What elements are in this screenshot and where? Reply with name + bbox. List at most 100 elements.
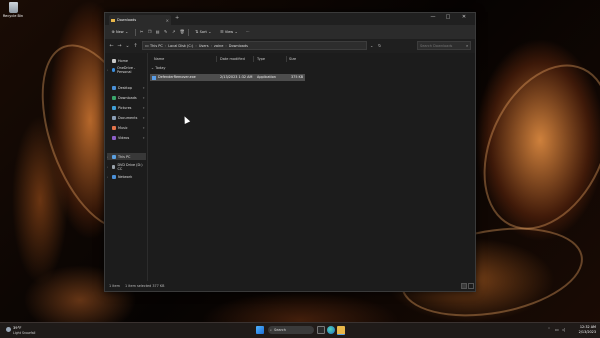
nav-item-label: DVD Drive (D:) CC <box>117 162 143 171</box>
column-divider[interactable] <box>216 56 217 62</box>
address-bar[interactable]: ▭ This PC › Local Disk (C:) › Users › za… <box>142 41 367 50</box>
column-divider[interactable] <box>286 56 287 62</box>
cloud-icon <box>111 67 116 72</box>
start-button-icon[interactable] <box>256 326 264 334</box>
taskbar-search[interactable]: ⌕ Search <box>268 326 314 334</box>
weather-temperature: 39°F <box>13 326 22 330</box>
breadcrumb-separator-icon: › <box>210 43 213 48</box>
group-header-today[interactable]: ⌄ Today <box>151 66 166 70</box>
tiles-view-button[interactable] <box>468 283 474 289</box>
nav-item-label: OneDrive - Personal <box>117 65 136 74</box>
nav-item-dvd-drive[interactable]: › DVD Drive (D:) CC <box>107 162 146 171</box>
system-clock[interactable]: 12:32 AM 2/13/2023 <box>570 325 596 335</box>
chevron-down-icon: ⌄ <box>234 29 238 34</box>
expand-chevron-icon[interactable]: › <box>107 175 110 179</box>
close-tab-icon[interactable]: × <box>166 18 169 23</box>
up-arrow-icon[interactable]: ↑ <box>133 43 138 49</box>
close-button[interactable]: ✕ <box>458 14 470 20</box>
copy-icon[interactable]: ❐ <box>148 30 152 34</box>
column-divider[interactable] <box>253 56 254 62</box>
new-button[interactable]: ⊕ New ⌄ <box>109 29 131 35</box>
file-name: DefenderRemover.exe <box>158 75 196 79</box>
tab-label: Downloads <box>117 18 137 22</box>
search-input[interactable] <box>420 43 466 48</box>
column-header-size[interactable]: Size <box>289 57 296 61</box>
nav-item-documents[interactable]: Documents ✦ <box>107 114 146 121</box>
pin-icon[interactable]: ✦ <box>142 136 145 140</box>
pin-icon[interactable]: ✦ <box>142 86 145 90</box>
expand-chevron-icon[interactable]: › <box>107 68 110 72</box>
nav-item-pictures[interactable]: Pictures ✦ <box>107 104 146 111</box>
recent-chevron-icon[interactable]: ⌄ <box>125 43 130 49</box>
pc-icon <box>112 154 116 159</box>
search-icon: ⌕ <box>466 43 469 48</box>
file-size: 375 KB <box>291 75 304 79</box>
pin-icon[interactable]: ✦ <box>142 126 145 130</box>
column-header-type[interactable]: Type <box>257 57 265 61</box>
more-options-button[interactable]: ··· <box>244 29 251 35</box>
breadcrumb-users[interactable]: Users <box>199 44 209 48</box>
refresh-icon[interactable]: ↻ <box>378 43 381 48</box>
column-header-date[interactable]: Date modified <box>220 57 245 61</box>
nav-item-downloads[interactable]: Downloads ✦ <box>107 94 146 101</box>
address-dropdown-icon[interactable]: ⌄ <box>370 43 373 48</box>
table-row[interactable]: DefenderRemover.exe 2/13/2023 1:32 AM Ap… <box>150 74 305 81</box>
new-label: New <box>116 30 124 34</box>
nav-item-this-pc[interactable]: › This PC <box>107 153 146 160</box>
sort-button[interactable]: ⇅ Sort ⌄ <box>193 29 214 35</box>
file-date: 2/13/2023 1:32 AM <box>220 75 253 79</box>
recycle-bin[interactable]: Recycle Bin <box>2 2 24 18</box>
nav-item-music[interactable]: Music ✦ <box>107 124 146 131</box>
delete-icon[interactable]: 🗑 <box>180 30 185 34</box>
nav-item-network[interactable]: › Network <box>107 173 146 180</box>
breadcrumb-separator-icon: › <box>195 43 197 48</box>
pin-icon[interactable]: ✦ <box>142 116 145 120</box>
network-icon[interactable]: ▭ <box>555 327 559 332</box>
paste-icon[interactable]: ▤ <box>156 30 160 34</box>
breadcrumb-separator-icon: › <box>164 43 167 48</box>
file-explorer-icon[interactable] <box>337 326 345 335</box>
new-tab-button[interactable]: + <box>175 15 179 21</box>
chevron-up-icon[interactable]: ˄ <box>548 327 550 332</box>
task-view-icon[interactable] <box>317 326 325 334</box>
taskbar: 39°F Light Snowfall ⌕ Search ˄ ▭ ◁ 12:32… <box>0 322 600 338</box>
breadcrumb-this-pc[interactable]: This PC <box>150 44 163 48</box>
details-view-button[interactable] <box>461 283 467 289</box>
edge-browser-icon[interactable] <box>327 326 335 334</box>
group-label: Today <box>155 66 166 70</box>
nav-item-label: Desktop <box>118 85 132 90</box>
nav-item-desktop[interactable]: Desktop ✦ <box>107 84 146 91</box>
search-box[interactable]: ⌕ <box>417 41 471 50</box>
breadcrumb-local-disk[interactable]: Local Disk (C:) <box>168 44 193 48</box>
cloud-snow-icon <box>6 327 11 332</box>
file-type: Application <box>257 75 276 79</box>
breadcrumb-user[interactable]: zaine <box>214 44 223 48</box>
desktop-icon <box>112 85 116 90</box>
pin-icon[interactable]: ✦ <box>142 96 145 100</box>
back-arrow-icon[interactable]: ← <box>109 43 114 49</box>
tab-downloads[interactable]: Downloads × <box>109 15 171 25</box>
rename-icon[interactable]: ✎ <box>164 30 168 34</box>
minimize-button[interactable]: — <box>427 14 439 20</box>
expand-chevron-icon[interactable]: › <box>107 155 110 159</box>
volume-icon[interactable]: ◁ <box>562 327 565 332</box>
nav-item-videos[interactable]: Videos ✦ <box>107 134 146 141</box>
nav-item-label: Network <box>118 174 133 179</box>
view-button[interactable]: ☰ View ⌄ <box>218 29 240 35</box>
search-icon: ⌕ <box>270 328 272 332</box>
plus-circle-icon: ⊕ <box>111 29 115 34</box>
breadcrumb-downloads[interactable]: Downloads <box>229 44 248 48</box>
documents-icon <box>112 115 116 120</box>
expand-chevron-icon[interactable]: › <box>107 165 110 169</box>
forward-arrow-icon[interactable]: → <box>117 43 122 49</box>
nav-item-onedrive[interactable]: › OneDrive - Personal <box>107 65 146 74</box>
nav-item-home[interactable]: Home <box>107 57 146 64</box>
share-icon[interactable]: ↗ <box>172 30 176 34</box>
column-header-name[interactable]: Name <box>154 57 164 61</box>
maximize-button[interactable]: □ <box>442 14 454 20</box>
videos-icon <box>112 135 116 140</box>
cut-icon[interactable]: ✂ <box>140 30 144 34</box>
nav-item-label: This PC <box>118 154 131 159</box>
download-icon <box>112 95 116 100</box>
pin-icon[interactable]: ✦ <box>142 106 145 110</box>
